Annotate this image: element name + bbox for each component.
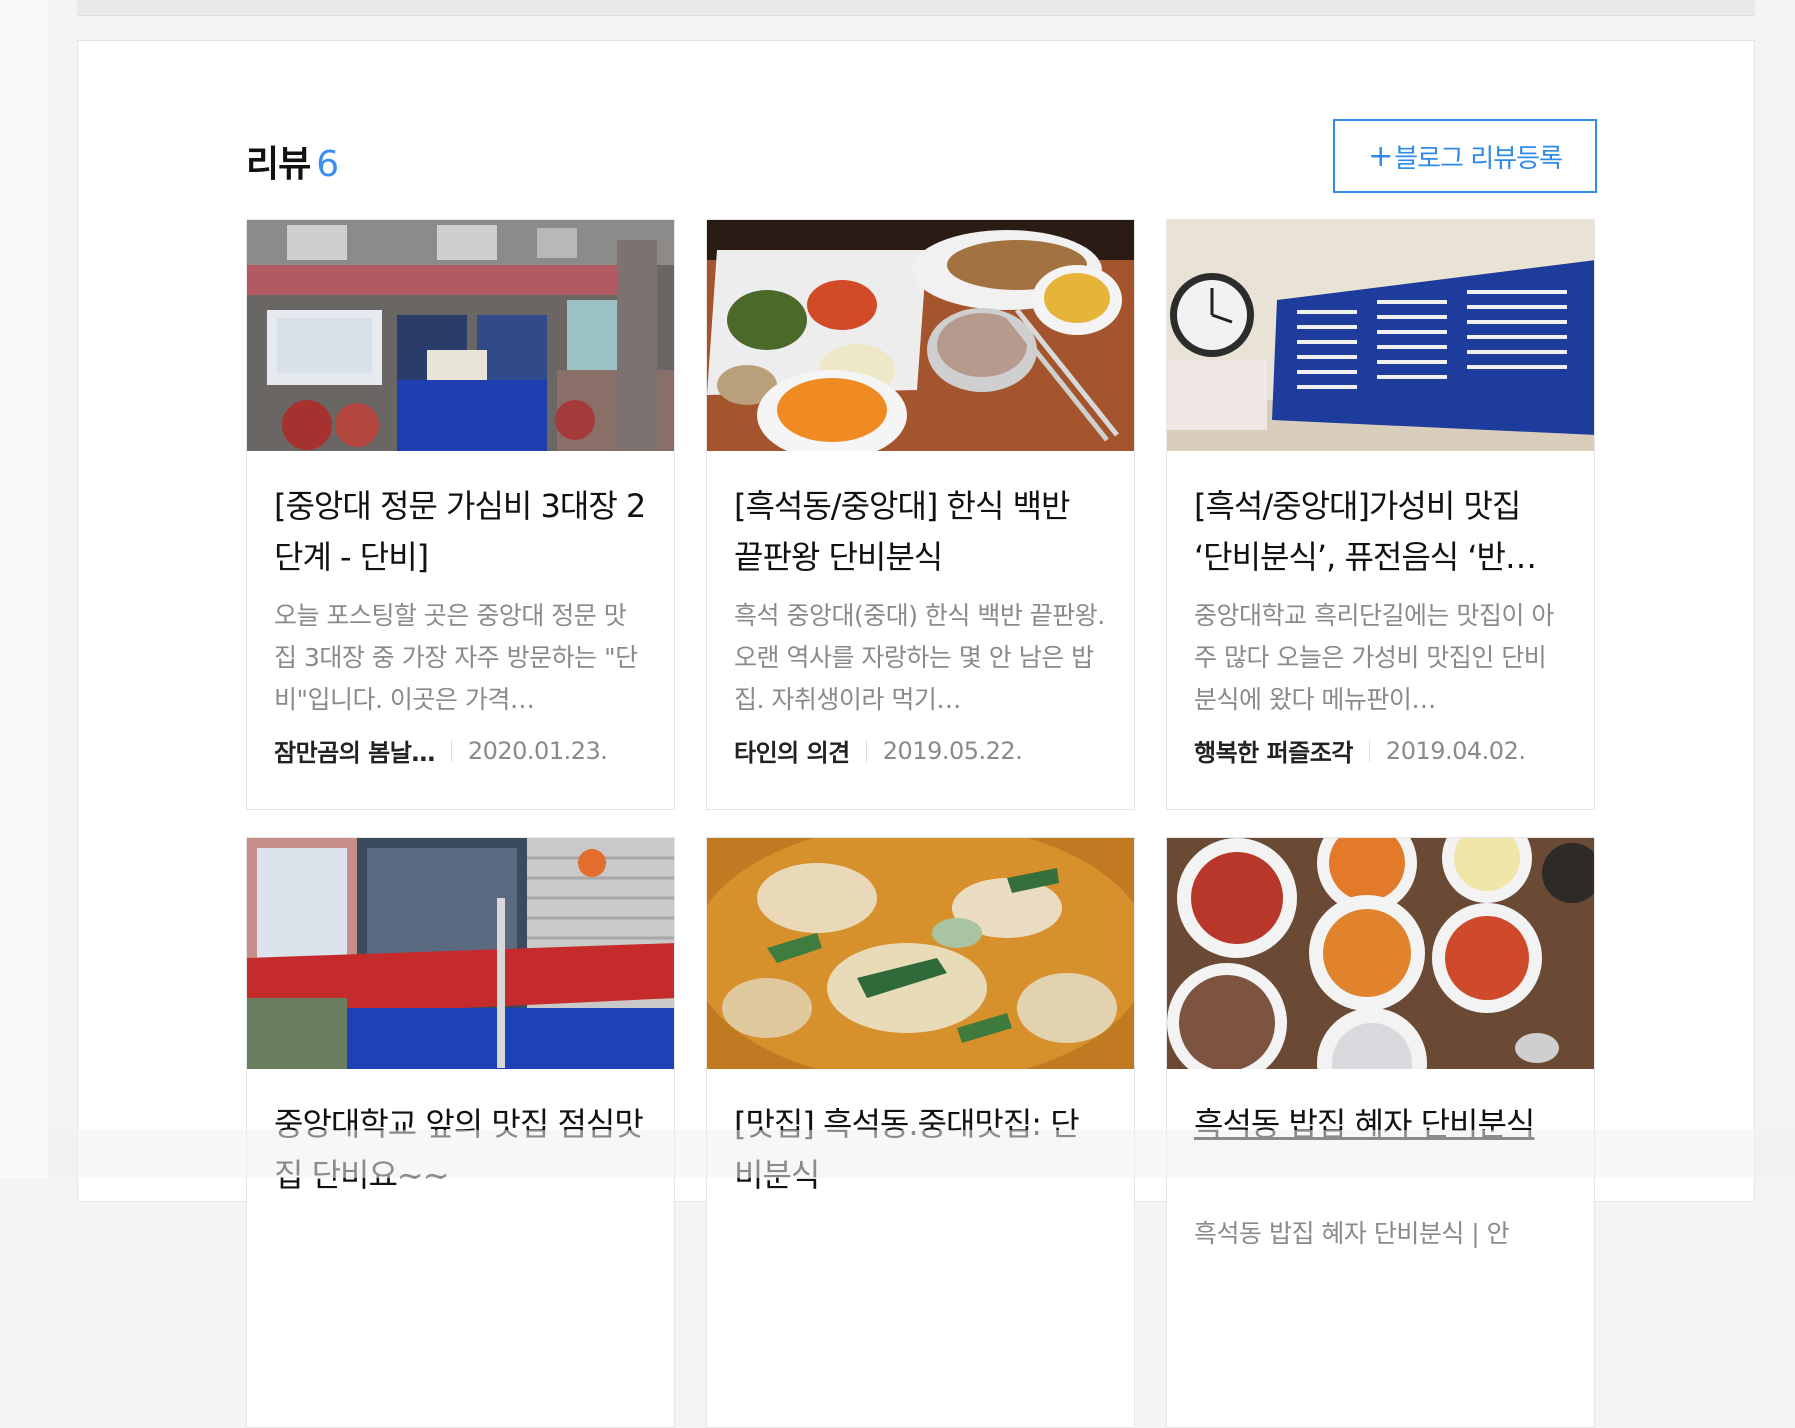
side-dishes-photo (1167, 838, 1594, 1069)
review-card-desc: 중앙대학교 흑리단길에는 맛집이 아주 많다 오늘은 가성비 맛집인 단비 분식… (1194, 601, 1554, 714)
review-card-author[interactable]: 타인의 의견 (734, 733, 850, 768)
review-card-author[interactable]: 잠만곰의 봄날… (274, 733, 435, 768)
review-card-date: 2019.05.22. (882, 736, 1023, 765)
plus-icon: + (1368, 138, 1393, 174)
review-card-author[interactable]: 행복한 퍼즐조각 (1194, 733, 1353, 768)
review-card-date: 2019.04.02. (1385, 736, 1526, 765)
top-divider (77, 0, 1755, 16)
review-card-title[interactable]: [중앙대 정문 가심비 3대장 2단계 - 단비] (274, 481, 647, 583)
meal-tray-photo (707, 220, 1134, 451)
register-button-label: 블로그 리뷰등록 (1394, 143, 1563, 174)
review-card-meta: 타인의 의견 2019.05.22. (734, 733, 1107, 768)
review-card[interactable]: [중앙대 정문 가심비 3대장 2단계 - 단비] 오늘 포스팅할 곳은 중앙대… (246, 219, 675, 810)
review-count: 6 (316, 144, 339, 185)
review-card-meta: 행복한 퍼즐조각 2019.04.02. (1194, 733, 1567, 768)
review-card-title[interactable]: [흑석/중앙대]가성비 맛집 ‘단비분식’, 퓨전음식 ‘반… (1194, 481, 1567, 583)
review-panel: 리뷰 6 + 블로그 리뷰등록 [중앙대 정문 가심비 3대장 2단계 - 단비… (77, 40, 1755, 1428)
review-card-desc (734, 1213, 1107, 1339)
review-card-desc (274, 1213, 647, 1339)
review-title-label: 리뷰 (246, 144, 311, 185)
storefront-photo (247, 220, 674, 451)
review-card-desc: 오늘 포스팅할 곳은 중앙대 정문 맛집 3대장 중 가장 자주 방문하는 "단… (274, 601, 638, 714)
review-card-desc: 흑석 중앙대(중대) 한식 백반 끝판왕. 오랜 역사를 자랑하는 몇 안 남은… (734, 601, 1105, 714)
review-section-title: 리뷰 6 (246, 135, 339, 187)
review-card-date: 2020.01.23. (467, 736, 608, 765)
review-card[interactable]: [흑석동/중앙대] 한식 백반 끝판왕 단비분식 흑석 중앙대(중대) 한식 백… (706, 219, 1135, 810)
meta-divider (1368, 739, 1370, 762)
left-margin (0, 0, 48, 1178)
entrance-photo (247, 838, 674, 1069)
review-card[interactable]: [흑석/중앙대]가성비 맛집 ‘단비분식’, 퓨전음식 ‘반… 중앙대학교 흑리… (1166, 219, 1595, 810)
blog-review-register-button[interactable]: + 블로그 리뷰등록 (1333, 119, 1597, 193)
review-section-header: 리뷰 6 + 블로그 리뷰등록 (246, 119, 1597, 195)
review-card-meta: 잠만곰의 봄날… 2020.01.23. (274, 733, 647, 768)
meta-divider (865, 739, 867, 762)
review-card-title[interactable]: [흑석동/중앙대] 한식 백반 끝판왕 단비분식 (734, 481, 1107, 583)
bottom-overlay (48, 1130, 1795, 1178)
menu-board-photo (1167, 220, 1594, 451)
stew-photo (707, 838, 1134, 1069)
meta-divider (450, 739, 452, 762)
review-card-desc: 흑석동 밥집 혜자 단비분식 | 안 (1194, 1219, 1510, 1248)
